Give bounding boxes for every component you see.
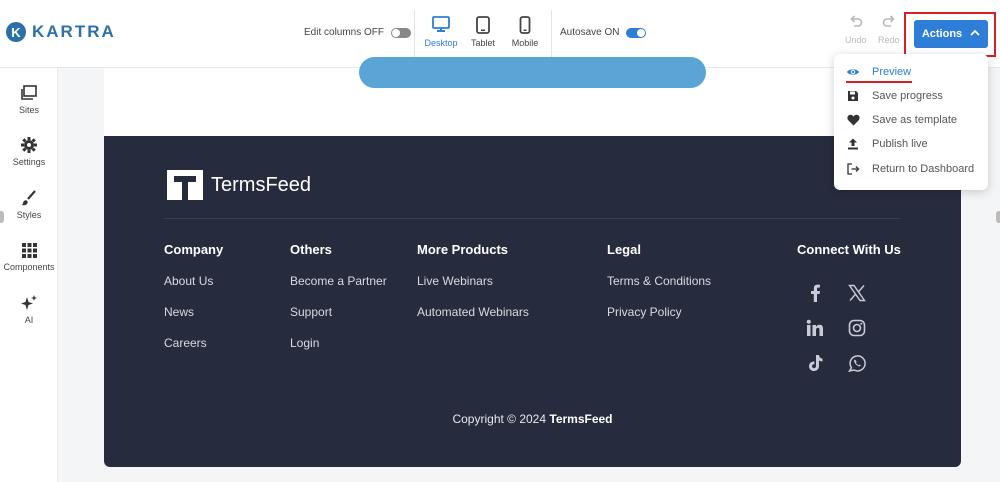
logo-text: KARTRA — [32, 22, 116, 41]
menu-item-label: Publish live — [872, 138, 928, 150]
mobile-icon — [519, 16, 531, 34]
footer-link[interactable]: Support — [290, 305, 387, 320]
x-icon[interactable] — [847, 283, 867, 303]
edit-columns-control: Edit columns OFF — [304, 27, 412, 38]
termsfeed-logo-text: TermsFeed — [211, 173, 312, 196]
eye-icon — [834, 67, 872, 77]
right-resize-handle[interactable] — [996, 211, 1000, 223]
undo-label: Undo — [845, 35, 867, 45]
redo-icon — [882, 14, 896, 31]
sidebar-item-label: AI — [24, 315, 34, 325]
exit-icon — [834, 163, 872, 175]
menu-item-save-as-template[interactable]: Save as template — [834, 109, 988, 131]
sidebar-item-ai[interactable]: AI — [0, 294, 58, 325]
sidebar-item-styles[interactable]: Styles — [0, 189, 58, 220]
whatsapp-icon[interactable] — [847, 353, 867, 373]
menu-item-label: Save progress — [872, 90, 943, 102]
sidebar-item-label: Styles — [16, 210, 42, 220]
autosave-label: Autosave ON — [560, 27, 620, 38]
gear-icon — [20, 136, 38, 154]
sidebar-item-sites[interactable]: Sites — [0, 84, 58, 115]
footer-link[interactable]: Privacy Policy — [607, 305, 711, 320]
menu-item-publish-live[interactable]: Publish live — [834, 133, 988, 155]
cta-button-partial[interactable] — [359, 57, 706, 88]
device-desktop[interactable]: Desktop — [423, 10, 459, 60]
menu-item-preview[interactable]: Preview — [834, 61, 988, 83]
footer-link[interactable]: Careers — [164, 336, 223, 351]
page-footer: TermsFeed Company About Us News Careers … — [104, 136, 961, 467]
heart-icon — [834, 114, 872, 126]
kartra-logo[interactable]: K KARTRA — [6, 22, 116, 42]
footer-column-connect: Connect With Us — [797, 242, 901, 274]
sidebar-item-label: Settings — [12, 157, 46, 167]
termsfeed-logo[interactable]: TermsFeed — [167, 170, 311, 200]
tablet-icon — [475, 16, 491, 34]
footer-column-title: Others — [290, 242, 332, 257]
save-icon — [834, 90, 872, 102]
edit-columns-toggle[interactable] — [391, 27, 412, 38]
footer-link[interactable]: News — [164, 305, 223, 320]
footer-link[interactable]: Login — [290, 336, 387, 351]
footer-column-title: Connect With Us — [797, 242, 901, 257]
footer-link[interactable]: Automated Webinars — [417, 305, 529, 320]
footer-link[interactable]: Become a Partner — [290, 274, 387, 289]
sidebar-item-label: Components — [3, 262, 55, 272]
copyright-text: Copyright © 2024 TermsFeed — [104, 412, 961, 426]
undo-button[interactable]: Undo — [845, 14, 867, 45]
footer-link[interactable]: About Us — [164, 274, 223, 289]
preview-highlight-underline — [846, 81, 912, 83]
footer-column-company: Company About Us News Careers — [164, 242, 223, 367]
left-sidebar: Sites Settings Styles Components AI — [0, 68, 58, 482]
desktop-icon — [431, 16, 451, 34]
actions-button[interactable]: Actions — [914, 20, 988, 48]
sparkle-icon — [20, 294, 38, 312]
undo-icon — [849, 14, 863, 31]
device-switcher: Desktop Tablet Mobile — [414, 10, 552, 60]
copyright-brand: TermsFeed — [549, 412, 613, 426]
device-tablet[interactable]: Tablet — [465, 10, 501, 60]
sidebar-item-components[interactable]: Components — [0, 241, 58, 272]
menu-item-label: Return to Dashboard — [872, 163, 975, 175]
footer-link[interactable]: Terms & Conditions — [607, 274, 711, 289]
footer-column-title: Legal — [607, 242, 641, 257]
footer-column-legal: Legal Terms & Conditions Privacy Policy — [607, 242, 711, 336]
redo-button[interactable]: Redo — [878, 14, 900, 45]
sites-icon — [20, 84, 38, 102]
footer-column-title: More Products — [417, 242, 509, 257]
grid-icon — [21, 241, 38, 259]
linkedin-icon[interactable] — [805, 318, 825, 338]
autosave-toggle[interactable] — [626, 27, 647, 38]
device-label: Tablet — [470, 38, 496, 48]
upload-icon — [834, 138, 872, 150]
menu-item-save-progress[interactable]: Save progress — [834, 85, 988, 107]
footer-column-title: Company — [164, 242, 224, 257]
autosave-control: Autosave ON — [560, 27, 647, 38]
facebook-icon[interactable] — [805, 283, 825, 303]
copyright-prefix: Copyright © 2024 — [452, 412, 547, 426]
device-label: Desktop — [424, 38, 458, 48]
menu-item-return-to-dashboard[interactable]: Return to Dashboard — [834, 158, 988, 180]
footer-column-more-products: More Products Live Webinars Automated We… — [417, 242, 529, 336]
menu-item-label: Preview — [872, 66, 912, 78]
instagram-icon[interactable] — [847, 318, 867, 338]
chevron-up-icon — [970, 28, 980, 40]
footer-column-others: Others Become a Partner Support Login — [290, 242, 387, 367]
actions-dropdown-menu: Preview Save progress Save as template P… — [834, 54, 988, 190]
footer-link[interactable]: Live Webinars — [417, 274, 529, 289]
tiktok-icon[interactable] — [805, 353, 825, 373]
brush-icon — [20, 189, 38, 207]
logo-mark: K — [6, 22, 26, 42]
device-mobile[interactable]: Mobile — [507, 10, 543, 60]
termsfeed-logo-icon — [167, 170, 203, 200]
device-label: Mobile — [511, 38, 539, 48]
sidebar-item-settings[interactable]: Settings — [0, 136, 58, 167]
footer-divider — [164, 218, 900, 219]
redo-label: Redo — [878, 35, 900, 45]
sidebar-item-label: Sites — [18, 105, 39, 115]
actions-label: Actions — [921, 28, 963, 40]
edit-columns-label: Edit columns OFF — [304, 27, 385, 38]
menu-item-label: Save as template — [872, 114, 957, 126]
left-resize-handle[interactable] — [0, 211, 4, 223]
